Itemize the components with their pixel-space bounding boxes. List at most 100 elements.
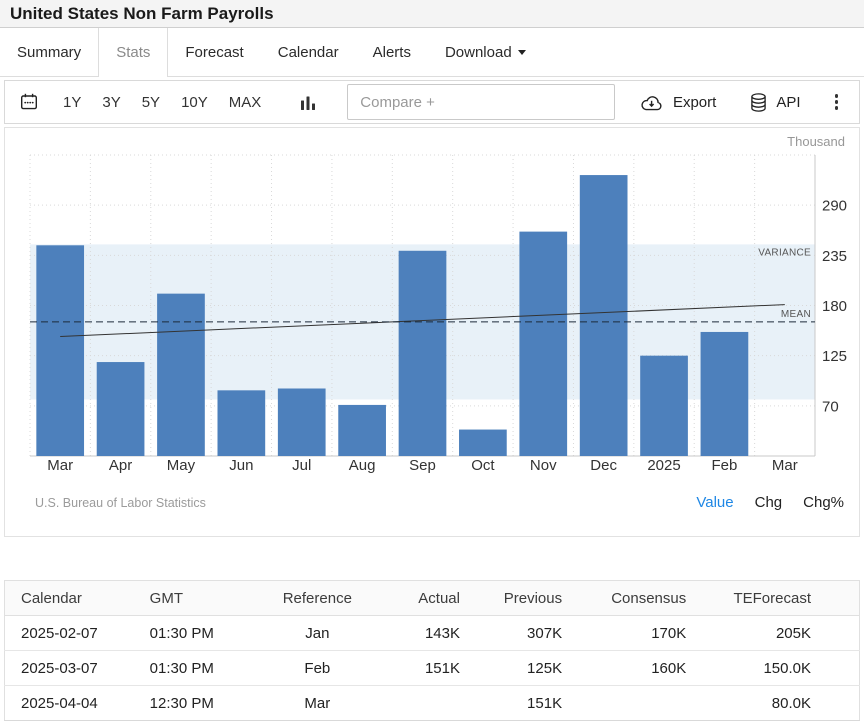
column-header-previous: Previous [460, 581, 562, 616]
x-axis-label: Feb [711, 457, 737, 474]
table-cell: Feb [265, 651, 370, 686]
y-tick-label: 125 [822, 348, 847, 365]
chart-bar[interactable] [640, 356, 688, 456]
table-cell: 2025-02-07 [5, 616, 150, 651]
export-button[interactable]: Export [639, 94, 716, 111]
chart-bar[interactable] [278, 389, 326, 456]
range-button-10y[interactable]: 10Y [181, 94, 208, 111]
table-cell [562, 686, 686, 721]
export-label: Export [673, 94, 716, 111]
table-cell: 01:30 PM [150, 616, 265, 651]
title-bar: United States Non Farm Payrolls [0, 0, 864, 28]
chart-bar[interactable] [36, 245, 84, 456]
column-header-gmt: GMT [150, 581, 265, 616]
column-header-actual: Actual [370, 581, 460, 616]
table-cell: Mar [265, 686, 370, 721]
tab-stats[interactable]: Stats [98, 28, 168, 77]
series-link-chgpct[interactable]: Chg% [803, 494, 844, 511]
x-axis-label: 2025 [647, 457, 680, 474]
calendar-icon[interactable] [20, 93, 38, 111]
table-row[interactable]: 2025-03-0701:30 PMFeb151K125K160K150.0K [5, 651, 860, 686]
table-cell: 170K [562, 616, 686, 651]
mean-label: MEAN [781, 309, 811, 320]
range-button-3y[interactable]: 3Y [102, 94, 120, 111]
x-axis-label: May [167, 457, 196, 474]
x-axis-label: Dec [590, 457, 617, 474]
range-button-5y[interactable]: 5Y [142, 94, 160, 111]
table-cell: 12:30 PM [150, 686, 265, 721]
x-axis-label: Nov [530, 457, 557, 474]
cloud-download-icon [639, 94, 664, 111]
variance-label: VARIANCE [758, 247, 811, 258]
chevron-down-icon [518, 50, 526, 55]
axis-unit-label: Thousand [787, 134, 845, 149]
y-tick-label: 70 [822, 398, 839, 415]
column-header-teforecast: TEForecast [686, 581, 859, 616]
x-axis-label: Sep [409, 457, 436, 474]
api-button[interactable]: API [750, 93, 800, 112]
x-axis-label: Oct [471, 457, 495, 474]
table-cell [370, 686, 460, 721]
payrolls-chart: 70 125 180 235 290 Mar Apr May Jun Jul Aug Sep Oct No… [5, 128, 859, 533]
column-header-calendar: Calendar [5, 581, 150, 616]
x-axis-label: Jul [292, 457, 311, 474]
tab-download[interactable]: Download [428, 28, 543, 77]
series-mode-links: Value Chg Chg% [696, 494, 844, 511]
table-cell: 151K [370, 651, 460, 686]
y-tick-label: 180 [822, 298, 847, 315]
chart-bar[interactable] [97, 362, 145, 456]
table-cell: 2025-04-04 [5, 686, 150, 721]
table-cell: 125K [460, 651, 562, 686]
x-axis-label: Mar [47, 457, 73, 474]
table-cell: 01:30 PM [150, 651, 265, 686]
tab-calendar[interactable]: Calendar [261, 28, 356, 77]
x-axis-label: Aug [349, 457, 376, 474]
x-axis-label: Mar [772, 457, 798, 474]
chart-toolbar: 1Y 3Y 5Y 10Y MAX Export API [4, 80, 860, 124]
table-cell: 160K [562, 651, 686, 686]
chart-bar[interactable] [701, 332, 749, 456]
table-row[interactable]: 2025-02-0701:30 PMJan143K307K170K205K [5, 616, 860, 651]
tab-alerts[interactable]: Alerts [356, 28, 428, 77]
tab-bar: SummaryStatsForecastCalendarAlertsDownlo… [0, 28, 864, 77]
table-cell: 205K [686, 616, 859, 651]
chart-bar[interactable] [399, 251, 447, 456]
api-label: API [776, 94, 800, 111]
range-button-max[interactable]: MAX [229, 94, 262, 111]
page-title: United States Non Farm Payrolls [10, 4, 274, 24]
database-icon [750, 93, 767, 112]
chart-bar[interactable] [580, 175, 628, 456]
y-tick-label: 290 [822, 198, 847, 215]
range-selector: 1Y 3Y 5Y 10Y MAX [63, 94, 282, 111]
table-cell: 151K [460, 686, 562, 721]
chart-bar[interactable] [519, 232, 567, 456]
series-link-chg[interactable]: Chg [755, 494, 783, 511]
tab-summary[interactable]: Summary [0, 28, 98, 77]
table-cell: 2025-03-07 [5, 651, 150, 686]
series-link-value[interactable]: Value [696, 494, 733, 511]
chart-bar[interactable] [338, 405, 386, 456]
column-header-consensus: Consensus [562, 581, 686, 616]
table-cell: 80.0K [686, 686, 859, 721]
chart-bar[interactable] [459, 430, 507, 456]
bar-chart-icon[interactable] [301, 94, 316, 111]
table-cell: 307K [460, 616, 562, 651]
compare-input[interactable] [347, 84, 615, 120]
calendar-events-table: CalendarGMTReferenceActualPreviousConsen… [4, 580, 860, 721]
chart-bar[interactable] [157, 294, 205, 456]
table-row[interactable]: 2025-04-0412:30 PMMar 151K 80.0K [5, 686, 860, 721]
table-cell: 150.0K [686, 651, 859, 686]
range-button-1y[interactable]: 1Y [63, 94, 81, 111]
kebab-menu-icon[interactable] [835, 94, 839, 110]
table-header-row: CalendarGMTReferenceActualPreviousConsen… [5, 581, 860, 616]
chart-panel: 70 125 180 235 290 Mar Apr May Jun Jul Aug Sep Oct No… [4, 127, 860, 537]
x-axis-label: Jun [229, 457, 253, 474]
source-attribution: U.S. Bureau of Labor Statistics [35, 496, 206, 510]
chart-bar[interactable] [217, 390, 265, 456]
tab-forecast[interactable]: Forecast [168, 28, 260, 77]
y-tick-label: 235 [822, 248, 847, 265]
table-cell: Jan [265, 616, 370, 651]
column-header-reference: Reference [265, 581, 370, 616]
x-axis-label: Apr [109, 457, 132, 474]
table-cell: 143K [370, 616, 460, 651]
